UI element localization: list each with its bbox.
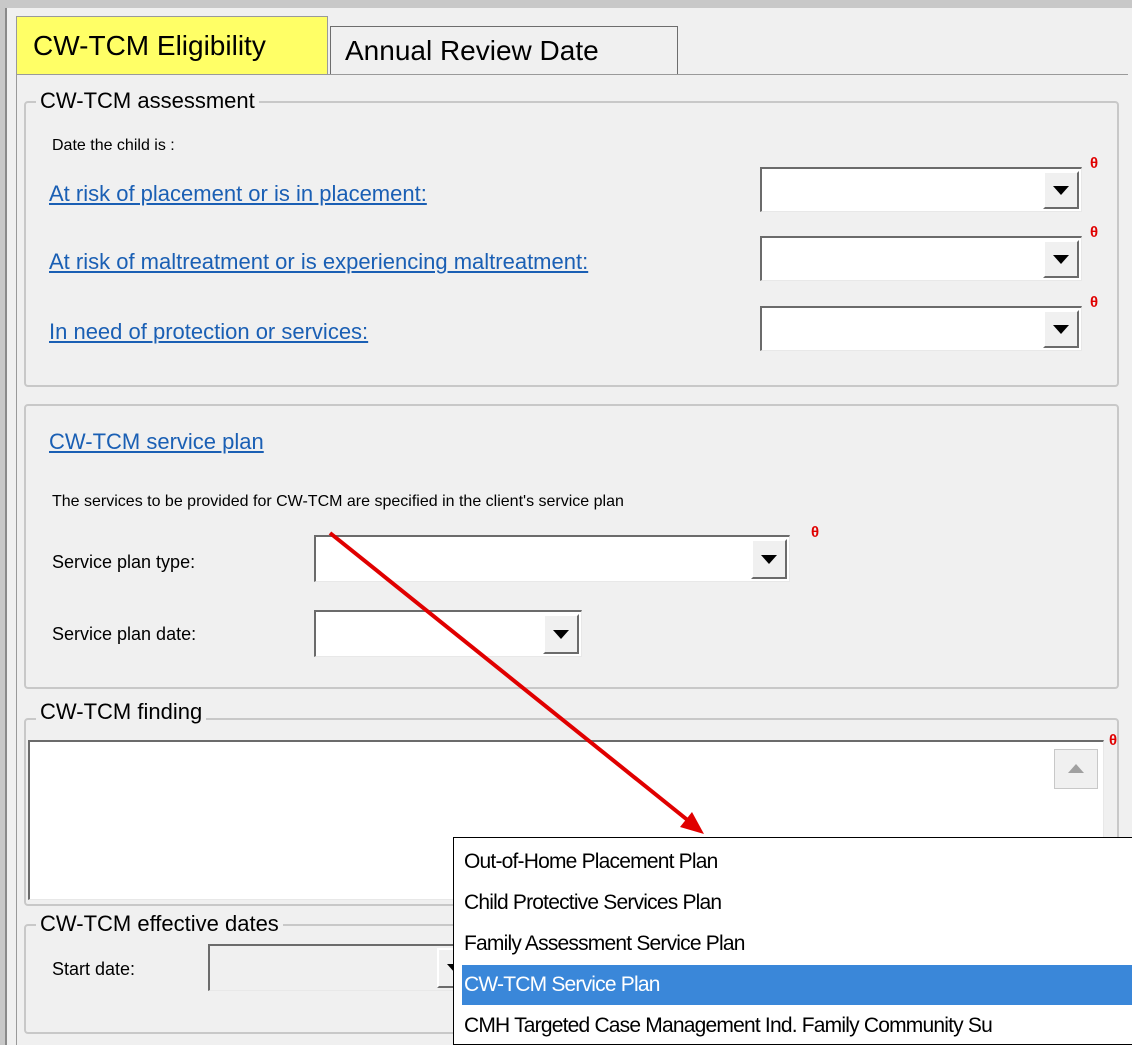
at-risk-placement-date-combo[interactable] xyxy=(760,167,1082,212)
at-risk-maltreatment-date-combo[interactable] xyxy=(760,236,1082,281)
dropdown-option[interactable]: CMH Targeted Case Management Ind. Family… xyxy=(464,1006,993,1044)
at-risk-maltreatment-dropdown-button[interactable] xyxy=(1043,240,1079,278)
dropdown-option[interactable]: Out-of-Home Placement Plan xyxy=(464,842,718,882)
start-date-combo[interactable] xyxy=(208,944,476,991)
chevron-down-icon xyxy=(1053,325,1069,334)
need-of-protection-link[interactable]: In need of protection or services: xyxy=(49,319,368,345)
required-field-icon: θ xyxy=(1090,224,1099,241)
required-field-icon: θ xyxy=(811,524,820,541)
assessment-legend: CW-TCM assessment xyxy=(36,88,259,114)
service-plan-date-dropdown-button[interactable] xyxy=(543,614,579,654)
start-date-label: Start date: xyxy=(52,959,136,979)
at-risk-maltreatment-link[interactable]: At risk of maltreatment or is experienci… xyxy=(49,249,588,275)
finding-legend: CW-TCM finding xyxy=(36,699,207,725)
chevron-down-icon xyxy=(761,555,777,564)
window-frame-top xyxy=(0,0,1132,8)
required-field-icon: θ xyxy=(1109,732,1118,749)
service-plan-type-combo[interactable] xyxy=(314,535,790,582)
service-plan-link[interactable]: CW-TCM service plan xyxy=(49,429,264,455)
tab-annual-review-date[interactable]: Annual Review Date xyxy=(330,26,678,74)
scroll-up-button[interactable] xyxy=(1054,749,1098,789)
required-field-icon: θ xyxy=(1090,155,1099,172)
service-plan-type-label: Service plan type: xyxy=(52,552,196,572)
chevron-down-icon xyxy=(1053,255,1069,264)
dropdown-option-selected[interactable]: CW-TCM Service Plan xyxy=(462,965,1132,1005)
need-of-protection-date-combo[interactable] xyxy=(760,306,1082,351)
required-field-icon: θ xyxy=(1090,294,1099,311)
chevron-down-icon xyxy=(1053,186,1069,195)
assessment-intro: Date the child is : xyxy=(52,137,175,154)
service-plan-description: The services to be provided for CW-TCM a… xyxy=(52,493,624,510)
window-frame-divider xyxy=(5,8,7,1045)
need-of-protection-dropdown-button[interactable] xyxy=(1043,310,1079,348)
service-plan-type-dropdown-button[interactable] xyxy=(751,539,787,579)
at-risk-placement-link[interactable]: At risk of placement or is in placement: xyxy=(49,181,427,207)
chevron-down-icon xyxy=(553,630,569,639)
at-risk-placement-dropdown-button[interactable] xyxy=(1043,171,1079,209)
tab-cw-tcm-eligibility[interactable]: CW-TCM Eligibility xyxy=(16,16,328,74)
chevron-up-icon xyxy=(1068,764,1084,773)
dropdown-option[interactable]: Child Protective Services Plan xyxy=(464,883,722,923)
service-plan-date-combo[interactable] xyxy=(314,610,582,657)
effective-dates-legend: CW-TCM effective dates xyxy=(36,911,283,937)
dropdown-option[interactable]: Family Assessment Service Plan xyxy=(464,924,745,964)
service-plan-date-label: Service plan date: xyxy=(52,624,197,644)
service-plan-type-dropdown-list: Out-of-Home Placement Plan Child Protect… xyxy=(453,837,1132,1045)
